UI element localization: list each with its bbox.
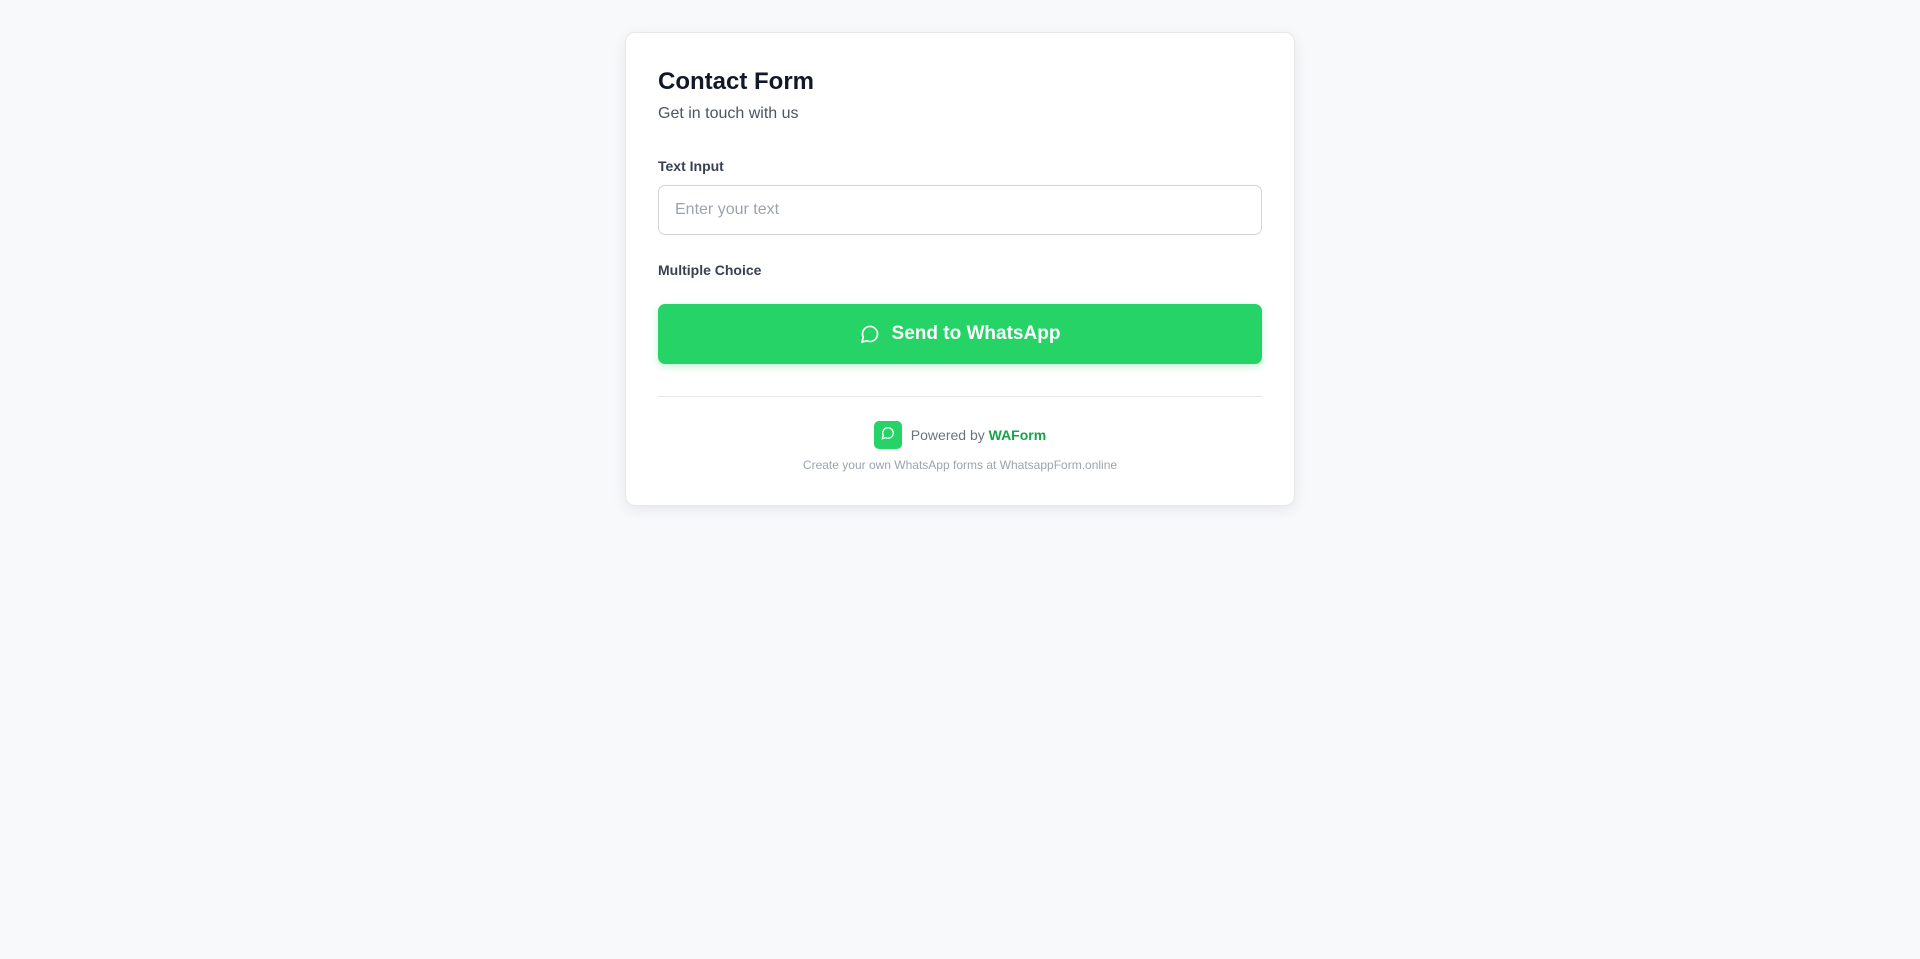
waform-link[interactable]: WAForm — [989, 427, 1047, 443]
brand-logo — [873, 421, 902, 449]
footer-note: Create your own WhatsApp forms at Whatsa… — [802, 458, 1118, 472]
multiple-choice-label: Multiple Choice — [658, 262, 762, 278]
form-subtitle: Get in touch with us — [658, 105, 799, 122]
form-title: Contact Form — [658, 68, 814, 95]
send-button-label: Send to WhatsApp — [891, 323, 1061, 344]
send-to-whatsapp-button[interactable]: Send to WhatsApp — [658, 304, 1262, 364]
text-input-label: Text Input — [658, 158, 724, 174]
footer: Powered by WAForm Create your own WhatsA… — [658, 421, 1262, 473]
text-input-field[interactable] — [658, 185, 1262, 235]
contact-form-card: Contact Form Get in touch with us Text I… — [625, 32, 1295, 506]
powered-by-row: Powered by WAForm — [658, 421, 1262, 449]
powered-by-text: Powered by WAForm — [911, 425, 1046, 445]
powered-by-prefix: Powered by — [910, 427, 985, 443]
footer-divider — [658, 396, 1262, 397]
chat-bubble-icon — [860, 324, 880, 344]
chat-bubble-icon — [881, 425, 895, 445]
